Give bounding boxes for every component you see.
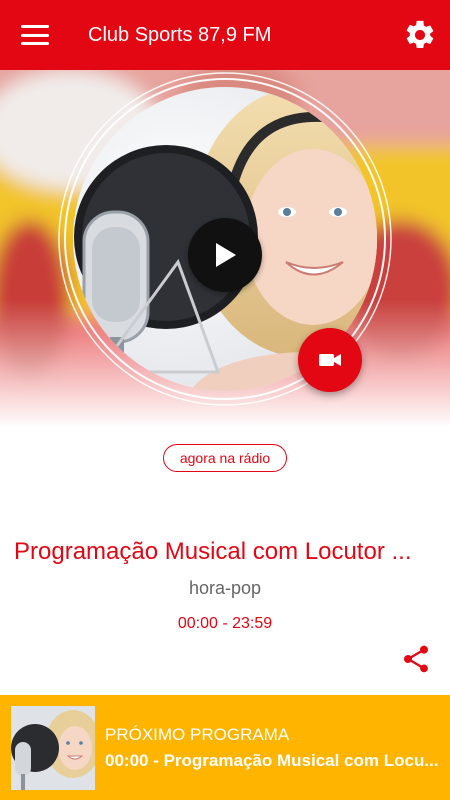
program-host: hora-pop — [188, 578, 262, 598]
now-on-air-badge[interactable]: agora na rádio — [163, 444, 287, 472]
gear-icon — [406, 20, 434, 49]
app-title: Club Sports 87,9 FM — [88, 23, 272, 46]
settings-button[interactable] — [390, 0, 450, 70]
next-program-thumbnail — [11, 706, 95, 790]
share-button[interactable] — [400, 643, 432, 675]
menu-icon — [21, 25, 49, 45]
share-icon — [403, 645, 428, 673]
video-button[interactable] — [298, 328, 362, 392]
next-program-bar[interactable]: PRÓXIMO PROGRAMA 00:00 - Programação Mus… — [0, 695, 450, 800]
next-program-label: PRÓXIMO PROGRAMA — [105, 725, 290, 744]
program-time: 00:00 - 23:59 — [177, 615, 273, 632]
menu-button[interactable] — [0, 0, 70, 70]
program-title: Programação Musical com Locutor ... — [14, 538, 412, 565]
play-button[interactable] — [188, 218, 262, 292]
next-program-title: 00:00 - Programação Musical com Locu... — [105, 751, 439, 770]
app-bar: Club Sports 87,9 FM — [0, 0, 450, 70]
play-icon — [216, 243, 236, 267]
video-camera-icon — [319, 354, 341, 366]
